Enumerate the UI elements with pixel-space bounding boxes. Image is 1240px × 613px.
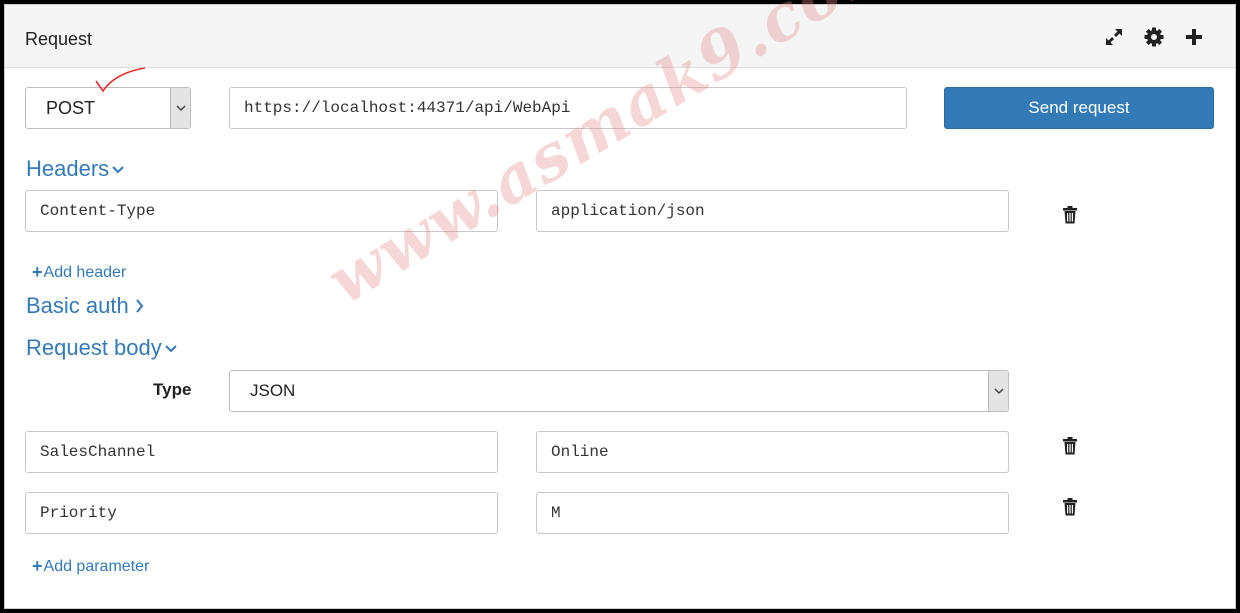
param-name-input[interactable]: SalesChannel: [25, 431, 498, 473]
panel-title: Request: [25, 29, 93, 49]
plus-icon: +: [32, 556, 43, 576]
trash-icon[interactable]: [1060, 496, 1080, 518]
method-value: POST: [46, 98, 96, 118]
red-checkmark-annotation: [95, 67, 146, 93]
header-name-input[interactable]: Content-Type: [25, 190, 498, 232]
param-name-input[interactable]: Priority: [25, 492, 498, 534]
chevron-down-icon: [165, 343, 177, 353]
request-panel: Request POST https://localhost:44371/api…: [4, 0, 1236, 609]
chevron-down-icon[interactable]: [170, 88, 190, 128]
body-type-value: JSON: [250, 381, 296, 400]
headers-toggle[interactable]: Headers: [26, 156, 124, 182]
plus-icon[interactable]: [1183, 26, 1205, 48]
add-parameter-label: Add parameter: [43, 557, 150, 575]
add-header-link[interactable]: + Add header: [32, 262, 126, 283]
gear-icon[interactable]: [1143, 26, 1165, 48]
param-value-input[interactable]: M: [536, 492, 1009, 534]
chevron-down-icon: [112, 164, 124, 174]
trash-icon[interactable]: [1060, 204, 1080, 226]
type-label: Type: [153, 380, 192, 399]
request-body-toggle[interactable]: Request body: [26, 335, 177, 361]
panel-header: Request: [5, 5, 1235, 68]
expand-icon[interactable]: [1103, 26, 1125, 48]
request-body-title: Request body: [26, 335, 162, 360]
send-request-button[interactable]: Send request: [944, 87, 1214, 129]
headers-title: Headers: [26, 156, 110, 181]
body-type-select[interactable]: JSON: [229, 370, 1009, 412]
add-parameter-link[interactable]: + Add parameter: [32, 556, 149, 577]
chevron-down-icon[interactable]: [988, 371, 1008, 411]
basic-auth-toggle[interactable]: Basic auth: [26, 293, 144, 319]
chevron-right-icon: [135, 299, 144, 313]
plus-icon: +: [32, 262, 43, 282]
url-input[interactable]: https://localhost:44371/api/WebApi: [229, 87, 907, 129]
header-value-input[interactable]: application/json: [536, 190, 1009, 232]
basic-auth-title: Basic auth: [26, 293, 129, 318]
add-header-label: Add header: [43, 263, 127, 281]
trash-icon[interactable]: [1060, 435, 1080, 457]
param-value-input[interactable]: Online: [536, 431, 1009, 473]
